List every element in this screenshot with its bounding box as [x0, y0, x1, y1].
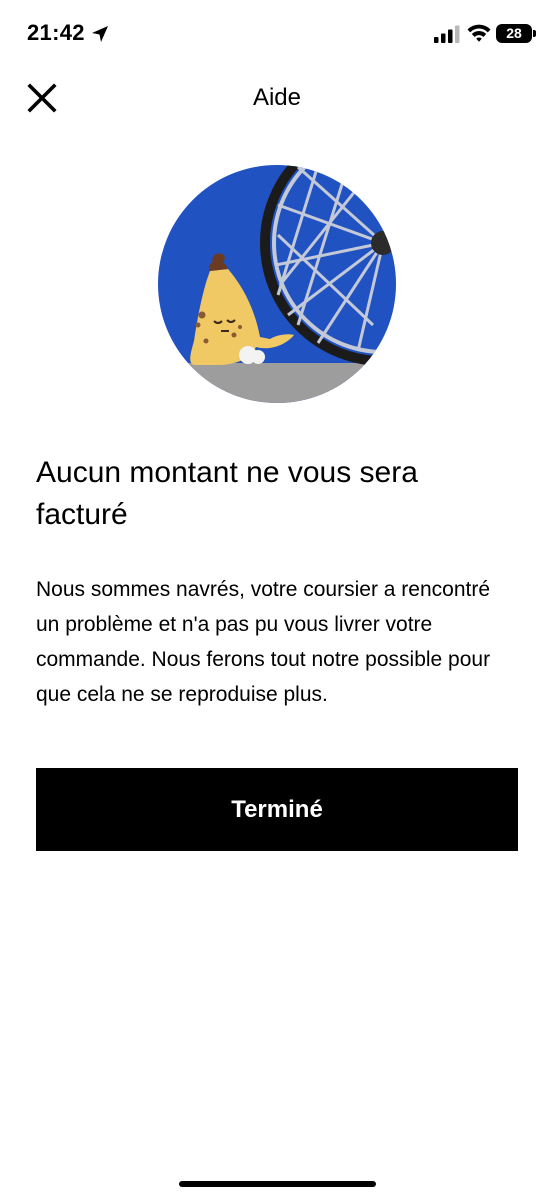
- banana-bicycle-illustration: [158, 165, 396, 403]
- apology-message: Nous sommes navrés, votre coursier a ren…: [36, 578, 491, 706]
- status-time: 21:42: [27, 20, 85, 45]
- status-bar: 21:42 28: [0, 0, 554, 66]
- cellular-signal-icon: [434, 25, 460, 43]
- page-title: Aide: [252, 84, 302, 111]
- home-indicator[interactable]: [179, 1181, 376, 1187]
- wifi-icon: [467, 24, 491, 42]
- location-arrow-icon: [92, 26, 108, 42]
- done-button[interactable]: Terminé: [36, 768, 518, 851]
- battery-icon: 28: [496, 24, 532, 43]
- no-charge-heading: Aucun montant ne vous sera facturé: [36, 456, 418, 531]
- battery-tip: [533, 30, 536, 37]
